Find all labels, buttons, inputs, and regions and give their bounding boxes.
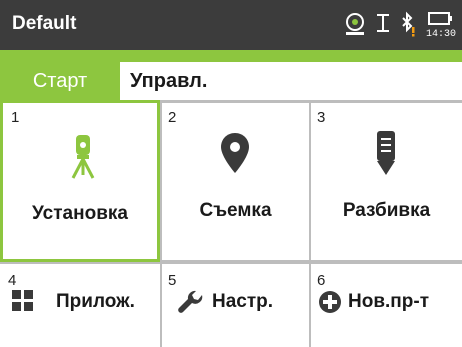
wrench-icon (178, 290, 204, 321)
page-title: Default (12, 13, 77, 34)
ibeam-icon (376, 10, 390, 43)
apps-grid-icon (12, 290, 34, 317)
tile-new-project[interactable]: 6 Нов.пр-т (311, 264, 462, 347)
target-icon (342, 10, 368, 43)
bluetooth-icon (398, 10, 418, 43)
tile-stakeout[interactable]: 3 Разбивка (311, 103, 462, 260)
tile-label: Настр. (212, 291, 274, 312)
tile-number: 5 (168, 272, 177, 289)
battery-icon: 14:30 (426, 10, 456, 42)
status-icons: 14:30 (342, 10, 456, 42)
tile-settings[interactable]: 5 Настр. (162, 264, 309, 347)
tile-number: 3 (317, 109, 326, 126)
tile-label: Съемка (199, 200, 272, 221)
tile-label: Разбивка (342, 200, 431, 221)
tile-label: Нов.пр-т (348, 291, 430, 312)
tile-setup[interactable]: 1 Установка (0, 100, 160, 262)
plus-circle-icon (319, 291, 341, 318)
clock-time: 14:30 (426, 29, 457, 40)
tab-bar: Старт Управл. (0, 50, 462, 100)
tile-label: Установка (32, 203, 128, 224)
tile-number: 6 (317, 272, 326, 289)
stakeout-marker-icon (375, 131, 397, 180)
tab-accent-strip (0, 50, 462, 62)
title-bar: Default 14:30 (0, 0, 462, 50)
map-pin-icon (221, 133, 249, 178)
tile-number: 4 (8, 272, 17, 289)
tile-grid: 1 Установка 2 Съемка 3 Разбивка 4 Прилож… (0, 100, 462, 347)
tab-manage[interactable]: Управл. (120, 62, 462, 100)
tile-apps[interactable]: 4 Прилож. (0, 264, 160, 347)
tile-label: Прилож. (56, 291, 135, 312)
tab-start[interactable]: Старт (0, 62, 120, 100)
tripod-instrument-icon (69, 135, 97, 184)
tile-survey[interactable]: 2 Съемка (162, 103, 309, 260)
tile-number: 1 (11, 109, 20, 126)
tile-number: 2 (168, 109, 177, 126)
